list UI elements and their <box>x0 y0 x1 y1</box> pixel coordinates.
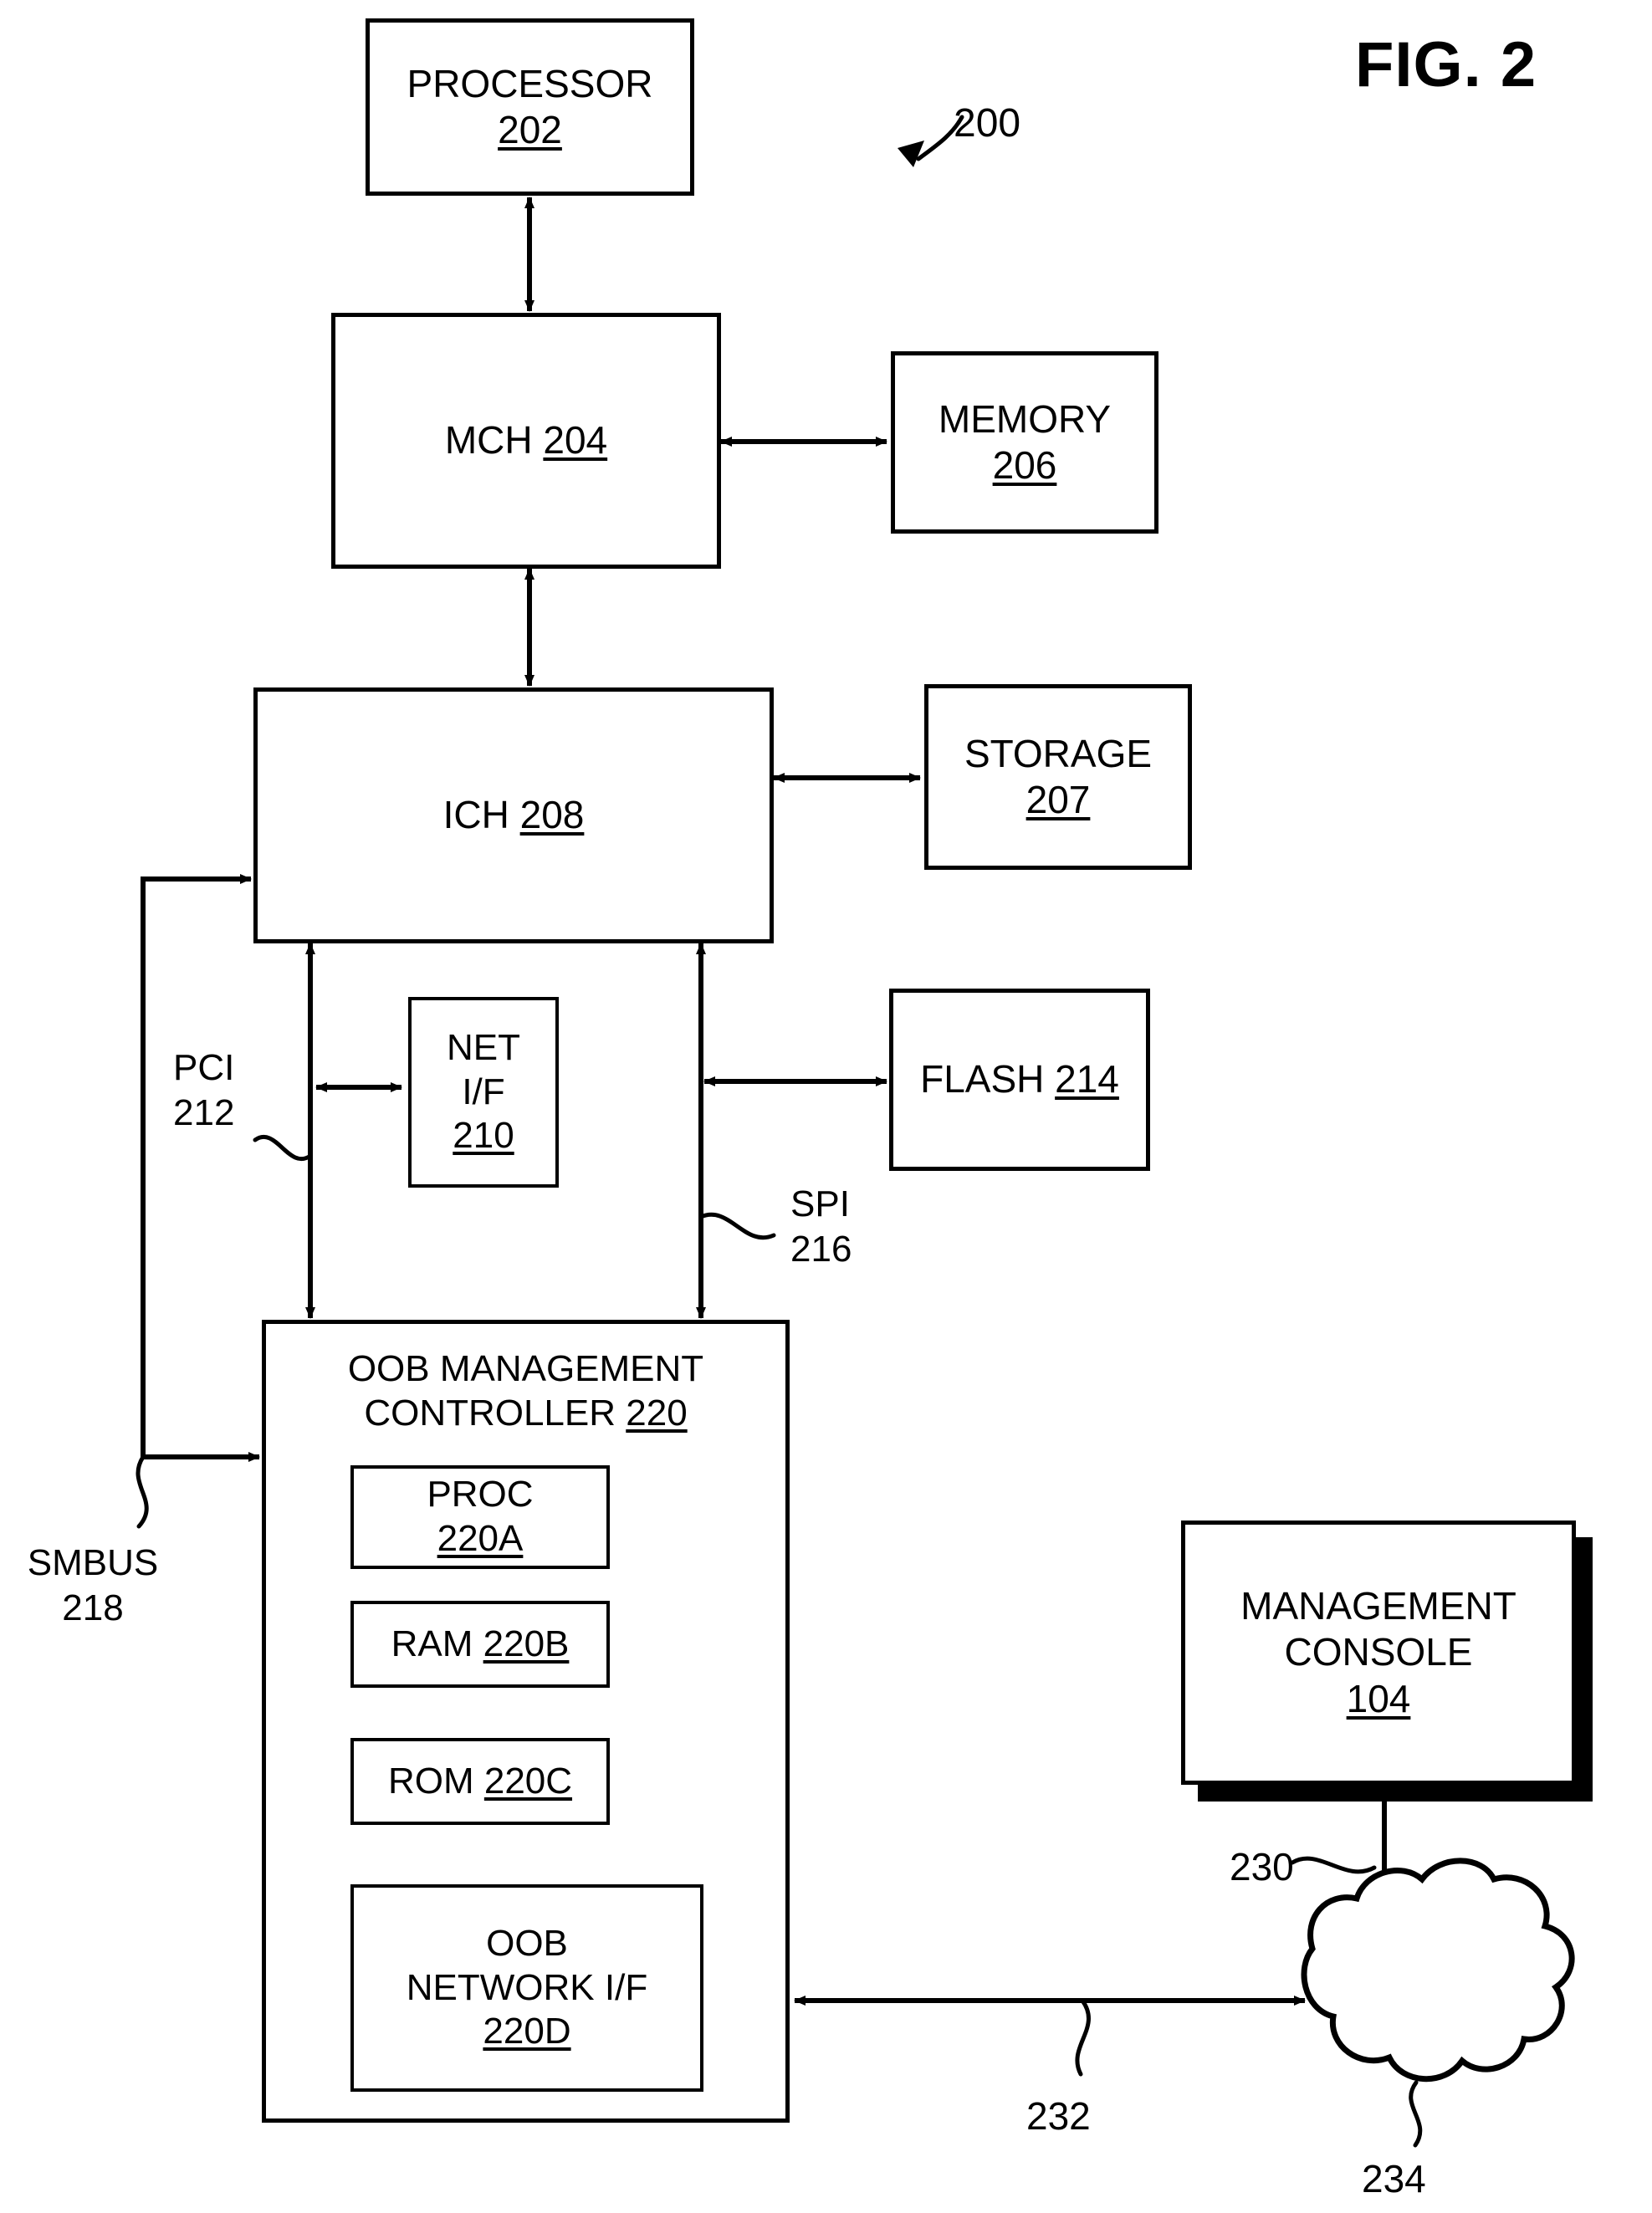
block-ich-name: ICH <box>442 793 509 837</box>
block-mch[interactable]: MCH 204 <box>331 313 721 569</box>
block-ram-name: RAM <box>391 1623 473 1664</box>
block-rom[interactable]: ROM 220C <box>350 1738 610 1825</box>
leader-smbus <box>136 1454 149 1529</box>
bus-label-pci: PCI 212 <box>173 1045 234 1135</box>
block-memory-ref: 206 <box>992 443 1057 487</box>
block-oob-netif-label-line2: NETWORK I/F <box>406 1966 648 2008</box>
block-rom-label: ROM 220C <box>388 1760 572 1804</box>
block-storage-ref: 207 <box>1025 778 1091 821</box>
patent-figure-2: FIG. 2 200 PROCESSOR 202 MCH 204 MEMORY … <box>0 0 1652 2213</box>
block-mch-ref: 204 <box>543 418 608 463</box>
block-ich[interactable]: ICH 208 <box>253 687 774 943</box>
leader-232 <box>1075 1998 1091 2077</box>
block-mch-label: MCH 204 <box>445 417 607 463</box>
link-ref-230: 230 <box>1230 1845 1294 1888</box>
block-mch-name: MCH <box>444 418 533 463</box>
block-processor-ref: 202 <box>498 108 562 151</box>
bus-label-spi: SPI 216 <box>790 1182 852 1271</box>
diagram-connectors <box>136 115 1575 2148</box>
leader-234 <box>1409 2080 1423 2148</box>
block-oob-netif-label-line1: OOB <box>486 1922 568 1964</box>
bus-label-spi-ref: 216 <box>790 1228 852 1270</box>
block-ram[interactable]: RAM 220B <box>350 1601 610 1688</box>
block-memory-label: MEMORY <box>938 396 1112 441</box>
connector-smbus-ich <box>141 874 252 1457</box>
block-proc-ref: 220A <box>437 1518 524 1559</box>
block-storage[interactable]: STORAGE 207 <box>924 684 1192 870</box>
bus-label-smbus-ref: 218 <box>62 1587 124 1628</box>
network-cloud-icon <box>1301 1858 1575 2083</box>
block-oob-controller-label-line1: OOB MANAGEMENT <box>347 1348 704 1389</box>
block-storage-label: STORAGE <box>964 731 1153 775</box>
bus-label-pci-name: PCI <box>173 1047 235 1088</box>
block-proc-label: PROC <box>427 1474 534 1515</box>
block-management-console[interactable]: MANAGEMENT CONSOLE 104 <box>1181 1520 1576 1785</box>
block-oob-controller-ref: 220 <box>626 1392 688 1434</box>
leader-200-arrowhead <box>898 141 924 167</box>
bus-label-spi-name: SPI <box>790 1183 850 1224</box>
block-oob-controller-label-line2: CONTROLLER 220 <box>364 1392 687 1436</box>
leader-spi <box>698 1212 776 1240</box>
block-ich-label: ICH 208 <box>443 792 585 838</box>
bus-label-smbus-name: SMBUS <box>27 1542 159 1583</box>
block-oob-network-interface[interactable]: OOB NETWORK I/F 220D <box>350 1884 703 2092</box>
block-oob-controller-name2: CONTROLLER <box>364 1392 616 1434</box>
block-net-interface-ref: 210 <box>453 1115 514 1157</box>
bus-label-smbus: SMBUS 218 <box>13 1541 172 1630</box>
block-rom-name: ROM <box>387 1760 474 1802</box>
figure-title: FIG. 2 <box>1355 29 1537 100</box>
block-oob-netif-ref: 220D <box>483 2011 571 2052</box>
block-management-console-label-line2: CONSOLE <box>1284 1630 1473 1674</box>
link-ref-234: 234 <box>1362 2157 1426 2200</box>
bus-label-pci-ref: 212 <box>173 1091 235 1133</box>
block-proc[interactable]: PROC 220A <box>350 1465 610 1569</box>
block-ram-ref: 220B <box>483 1623 570 1664</box>
block-net-interface[interactable]: NET I/F 210 <box>408 997 559 1188</box>
system-reference-200: 200 <box>954 101 1021 146</box>
block-management-console-ref: 104 <box>1346 1676 1411 1720</box>
leader-230 <box>1290 1856 1377 1874</box>
block-net-interface-label-line2: I/F <box>462 1071 505 1112</box>
block-rom-ref: 220C <box>483 1760 573 1802</box>
block-ich-ref: 208 <box>519 793 585 837</box>
block-flash-ref: 214 <box>1055 1057 1119 1101</box>
block-memory[interactable]: MEMORY 206 <box>891 351 1158 534</box>
leader-pci <box>253 1135 313 1161</box>
block-flash[interactable]: FLASH 214 <box>889 989 1150 1171</box>
block-ram-label: RAM 220B <box>391 1623 570 1667</box>
block-net-interface-label-line1: NET <box>447 1026 520 1068</box>
block-processor-label: PROCESSOR <box>407 61 653 105</box>
block-flash-label: FLASH 214 <box>920 1056 1119 1102</box>
block-flash-name: FLASH <box>920 1057 1045 1101</box>
block-management-console-label-line1: MANAGEMENT <box>1240 1584 1516 1628</box>
link-ref-232: 232 <box>1026 2094 1091 2138</box>
block-processor[interactable]: PROCESSOR 202 <box>366 18 694 196</box>
